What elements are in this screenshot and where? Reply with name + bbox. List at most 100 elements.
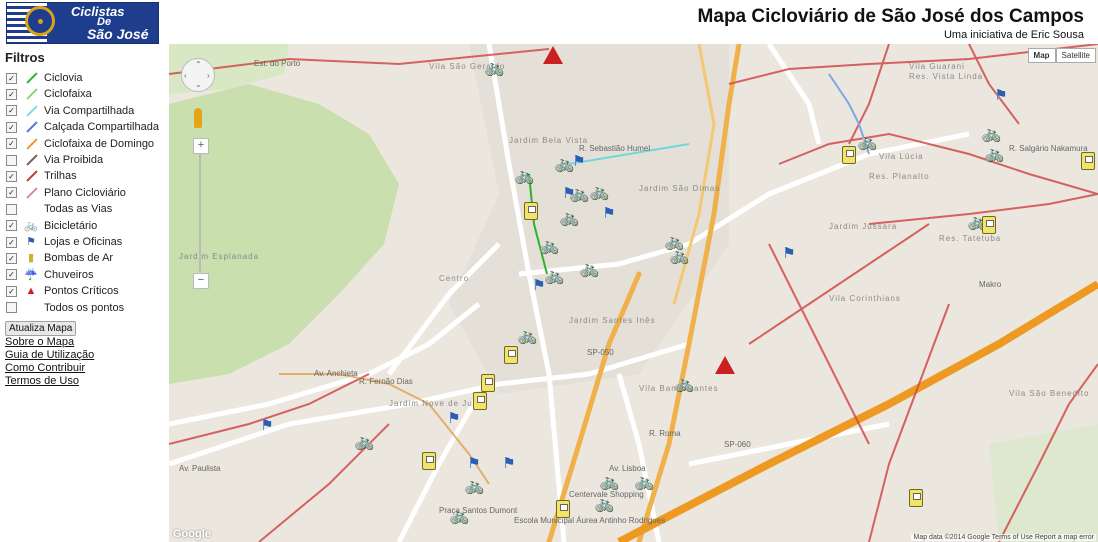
air-pump-marker[interactable] (556, 500, 570, 518)
filter-row[interactable]: ✓ ⚑ Lojas e Oficinas (6, 234, 122, 250)
bike-shop-marker[interactable]: ⚑ (569, 152, 589, 172)
bike-rack-marker[interactable]: 🚲 (449, 506, 469, 526)
map-label-street: Av. Paulista (179, 464, 221, 473)
filter-row[interactable]: ✓ Trilhas (6, 168, 77, 184)
bike-rack-marker[interactable]: 🚲 (517, 326, 537, 346)
about-map-link[interactable]: Sobre o Mapa (5, 336, 74, 348)
filters-heading: Filtros (5, 50, 45, 65)
filter-row[interactable]: Via Proibida (6, 152, 103, 168)
terms-of-use-link[interactable]: Termos de Uso (5, 375, 79, 387)
bike-shop-marker[interactable]: ⚑ (991, 86, 1011, 106)
filter-row[interactable]: ✓ ☔ Chuveiros (6, 267, 94, 283)
filter-checkbox[interactable]: ✓ (6, 285, 17, 297)
filter-row[interactable]: ✓ Ciclovia (6, 70, 83, 86)
pump-icon: ▮ (27, 252, 35, 265)
filter-checkbox[interactable]: ✓ (6, 138, 17, 150)
bike-rack-marker[interactable]: 🚲 (354, 432, 374, 452)
zoom-out-button[interactable]: − (193, 273, 209, 289)
filter-checkbox[interactable]: ✓ (6, 170, 17, 182)
filter-checkbox[interactable]: ✓ (6, 121, 17, 133)
filter-label: Plano Cicloviário (44, 186, 126, 199)
map-type-map-button[interactable]: Map (1027, 48, 1056, 63)
map-label-place: Escola Municipal Áurea Antinho Rodrigues (514, 516, 666, 525)
filter-checkbox[interactable] (6, 302, 17, 314)
air-pump-marker[interactable] (422, 452, 436, 470)
filter-row[interactable]: Todos os pontos (6, 300, 124, 316)
bike-rack-marker[interactable]: 🚲 (484, 58, 504, 78)
bike-rack-marker[interactable]: 🚲 (599, 472, 619, 492)
filters-sidebar: Filtros ✓ Ciclovia ✓ Ciclofaixa ✓ Via Compart… (0, 46, 168, 542)
usage-guide-link[interactable]: Guia de Utilização (5, 349, 94, 361)
how-to-contribute-link[interactable]: Como Contribuir (5, 362, 85, 374)
pan-left-icon[interactable]: ‹ (184, 71, 187, 80)
air-pump-marker[interactable] (982, 216, 996, 234)
bike-rack-marker[interactable]: 🚲 (539, 236, 559, 256)
filter-checkbox[interactable]: ✓ (6, 72, 17, 84)
bike-rack-marker[interactable]: 🚲 (981, 124, 1001, 144)
bike-shop-marker[interactable]: ⚑ (529, 276, 549, 296)
bike-shop-marker[interactable]: ⚑ (257, 416, 277, 436)
bike-rack-marker[interactable]: 🚲 (514, 166, 534, 186)
filter-row[interactable]: ✓ Ciclofaixa (6, 86, 92, 102)
filter-checkbox[interactable] (6, 154, 17, 166)
map-canvas[interactable]: Jardim Bela Vista Jardim São Dimas Vila … (169, 44, 1098, 542)
filter-row[interactable]: ✓ Plano Cicloviário (6, 185, 126, 201)
air-pump-marker[interactable] (909, 489, 923, 507)
pan-right-icon[interactable]: › (207, 71, 210, 80)
filter-label: Ciclovia (44, 72, 83, 84)
map-type-satellite-button[interactable]: Satellite (1055, 48, 1096, 63)
critical-point-marker[interactable] (715, 356, 735, 374)
filter-checkbox[interactable]: ✓ (6, 269, 17, 281)
bike-shop-marker[interactable]: ⚑ (444, 409, 464, 429)
bike-shop-marker[interactable]: ⚑ (559, 184, 579, 204)
bike-rack-marker[interactable]: 🚲 (464, 476, 484, 496)
filter-row[interactable]: ✓ Ciclofaixa de Domingo (6, 136, 154, 152)
bike-rack-marker[interactable]: 🚲 (559, 208, 579, 228)
bike-rack-marker[interactable]: 🚲 (984, 144, 1004, 164)
bike-shop-marker[interactable]: ⚑ (599, 204, 619, 224)
air-pump-marker[interactable] (842, 146, 856, 164)
zoom-in-button[interactable]: + (193, 138, 209, 154)
filter-checkbox[interactable]: ✓ (6, 88, 17, 100)
bike-shop-marker[interactable]: ⚑ (779, 244, 799, 264)
pan-down-icon[interactable]: ⌄ (195, 80, 202, 89)
air-pump-marker[interactable] (473, 392, 487, 410)
update-map-button[interactable]: Atualiza Mapa (5, 321, 77, 336)
filter-checkbox[interactable] (6, 203, 17, 215)
air-pump-marker[interactable] (481, 374, 495, 392)
filter-checkbox[interactable]: ✓ (6, 236, 17, 248)
filter-checkbox[interactable]: ✓ (6, 187, 17, 199)
critical-point-marker[interactable] (543, 46, 563, 64)
line-icon (23, 120, 39, 134)
bike-rack-marker[interactable]: 🚲 (669, 246, 689, 266)
air-pump-marker[interactable] (504, 346, 518, 364)
air-pump-marker[interactable] (1081, 152, 1095, 170)
map-attribution[interactable]: Map data ©2014 Google Terms of Use Repor… (911, 534, 1096, 541)
street-view-pegman-icon[interactable] (194, 108, 202, 128)
filter-row[interactable]: ✓ ▮ Bombas de Ar (6, 250, 113, 266)
site-logo[interactable]: Ciclistas De São José (6, 2, 159, 44)
filter-checkbox[interactable]: ✓ (6, 105, 17, 117)
map-label-district: Centro (439, 274, 470, 283)
bike-shop-marker[interactable]: ⚑ (499, 454, 519, 474)
bike-rack-marker[interactable]: 🚲 (594, 494, 614, 514)
filter-row[interactable]: Todas as Vias (6, 201, 112, 217)
bike-shop-marker[interactable]: ⚑ (464, 454, 484, 474)
bike-rack-marker[interactable]: 🚲 (674, 374, 694, 394)
filter-row[interactable]: ✓ ▲ Pontos Críticos (6, 283, 119, 299)
line-icon (23, 104, 39, 118)
air-pump-marker[interactable] (524, 202, 538, 220)
filter-row[interactable]: ✓ Via Compartilhada (6, 103, 134, 119)
bike-rack-marker[interactable]: 🚲 (634, 472, 654, 492)
filter-checkbox[interactable]: ✓ (6, 220, 17, 232)
pan-control[interactable]: ⌃ ‹ › ⌄ (181, 58, 215, 92)
bike-rack-marker[interactable]: 🚲 (589, 182, 609, 202)
zoom-slider-track[interactable] (199, 154, 201, 272)
bike-rack-marker[interactable]: 🚲 (857, 132, 877, 152)
page-subtitle: Uma iniciativa de Eric Sousa (943, 29, 1084, 41)
bike-rack-marker[interactable]: 🚲 (579, 259, 599, 279)
filter-row[interactable]: ✓ Calçada Compartilhada (6, 119, 159, 135)
filter-checkbox[interactable]: ✓ (6, 252, 17, 264)
filter-row[interactable]: ✓ 🚲 Bicicletário (6, 218, 97, 234)
pan-up-icon[interactable]: ⌃ (195, 60, 202, 69)
